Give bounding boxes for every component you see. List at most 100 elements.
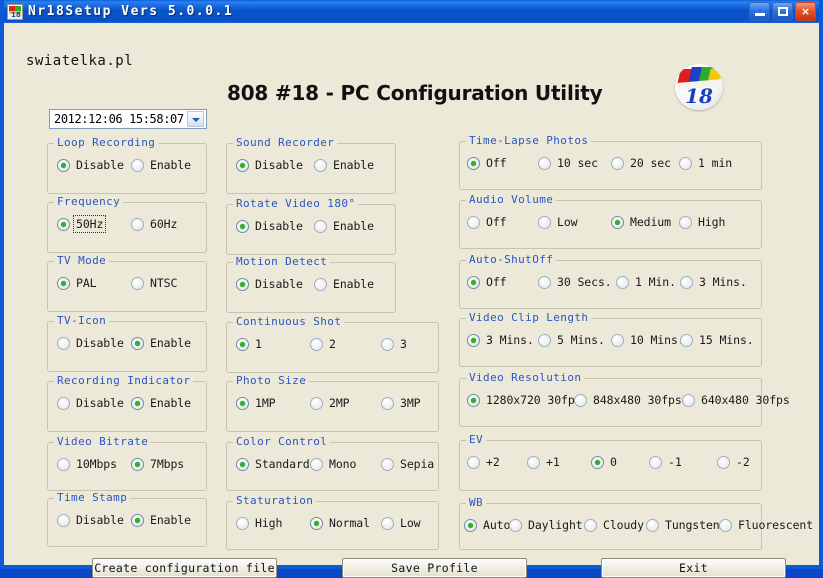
radio-unselected-icon[interactable] [680, 275, 693, 289]
radio-option-video-clip-length-2[interactable]: 10 Mins. [611, 333, 686, 347]
radio-option-time-lapse-photos-0[interactable]: Off [467, 156, 507, 170]
radio-option-audio-volume-3[interactable]: High [679, 215, 726, 229]
radio-unselected-icon[interactable] [679, 215, 692, 229]
radio-selected-icon[interactable] [57, 217, 70, 231]
radio-option-staturation-0[interactable]: High [236, 516, 283, 530]
radio-unselected-icon[interactable] [538, 333, 551, 347]
radio-option-photo-size-0[interactable]: 1MP [236, 396, 276, 410]
radio-selected-icon[interactable] [236, 396, 249, 410]
radio-unselected-icon[interactable] [57, 396, 70, 410]
radio-option-tv-mode-1[interactable]: NTSC [131, 276, 178, 290]
radio-unselected-icon[interactable] [131, 276, 144, 290]
radio-unselected-icon[interactable] [381, 396, 394, 410]
radio-selected-icon[interactable] [310, 516, 323, 530]
radio-unselected-icon[interactable] [381, 516, 394, 530]
radio-option-loop-recording-0[interactable]: Disable [57, 158, 125, 172]
radio-option-video-resolution-2[interactable]: 640x480 30fps [682, 393, 791, 407]
radio-unselected-icon[interactable] [538, 215, 551, 229]
radio-unselected-icon[interactable] [57, 513, 70, 527]
radio-option-rotate-video-180-0[interactable]: Disable [236, 219, 304, 233]
radio-option-video-clip-length-1[interactable]: 5 Mins. [538, 333, 606, 347]
radio-option-time-lapse-photos-2[interactable]: 20 sec [611, 156, 672, 170]
radio-option-auto-shutoff-0[interactable]: Off [467, 275, 507, 289]
radio-unselected-icon[interactable] [314, 277, 327, 291]
radio-unselected-icon[interactable] [611, 156, 624, 170]
radio-unselected-icon[interactable] [381, 457, 394, 471]
radio-option-time-lapse-photos-1[interactable]: 10 sec [538, 156, 599, 170]
radio-selected-icon[interactable] [236, 219, 249, 233]
radio-option-color-control-1[interactable]: Mono [310, 457, 357, 471]
radio-option-wb-4[interactable]: Fluorescent [719, 518, 814, 532]
radio-option-continuous-shot-1[interactable]: 2 [310, 337, 337, 351]
radio-option-time-lapse-photos-3[interactable]: 1 min [679, 156, 733, 170]
radio-selected-icon[interactable] [236, 337, 249, 351]
radio-selected-icon[interactable] [131, 457, 144, 471]
radio-option-tv-icon-0[interactable]: Disable [57, 336, 125, 350]
radio-option-video-clip-length-0[interactable]: 3 Mins. [467, 333, 535, 347]
radio-option-video-resolution-0[interactable]: 1280x720 30fps [467, 393, 583, 407]
minimize-button[interactable] [749, 2, 770, 21]
radio-option-photo-size-1[interactable]: 2MP [310, 396, 350, 410]
maximize-button[interactable] [772, 2, 793, 21]
radio-option-auto-shutoff-3[interactable]: 3 Mins. [680, 275, 748, 289]
radio-option-frequency-0[interactable]: 50Hz [57, 215, 107, 233]
radio-option-audio-volume-0[interactable]: Off [467, 215, 507, 229]
radio-option-ev-1[interactable]: +1 [527, 455, 561, 469]
radio-option-photo-size-2[interactable]: 3MP [381, 396, 421, 410]
radio-selected-icon[interactable] [236, 457, 249, 471]
radio-selected-icon[interactable] [611, 215, 624, 229]
radio-selected-icon[interactable] [467, 333, 480, 347]
chevron-down-icon[interactable] [187, 111, 204, 127]
radio-option-tv-mode-0[interactable]: PAL [57, 276, 97, 290]
radio-unselected-icon[interactable] [616, 275, 629, 289]
radio-unselected-icon[interactable] [131, 158, 144, 172]
radio-unselected-icon[interactable] [381, 337, 394, 351]
radio-unselected-icon[interactable] [584, 518, 597, 532]
radio-option-ev-0[interactable]: +2 [467, 455, 501, 469]
radio-option-time-stamp-0[interactable]: Disable [57, 513, 125, 527]
radio-unselected-icon[interactable] [682, 393, 695, 407]
radio-unselected-icon[interactable] [538, 156, 551, 170]
radio-option-recording-indicator-1[interactable]: Enable [131, 396, 192, 410]
radio-selected-icon[interactable] [131, 513, 144, 527]
radio-option-loop-recording-1[interactable]: Enable [131, 158, 192, 172]
radio-unselected-icon[interactable] [236, 516, 249, 530]
create-configuration-file-button[interactable]: Create configuration file [92, 558, 277, 578]
radio-unselected-icon[interactable] [310, 457, 323, 471]
radio-unselected-icon[interactable] [717, 455, 730, 469]
radio-unselected-icon[interactable] [314, 219, 327, 233]
radio-option-sound-recorder-0[interactable]: Disable [236, 158, 304, 172]
radio-unselected-icon[interactable] [649, 455, 662, 469]
radio-unselected-icon[interactable] [131, 217, 144, 231]
radio-option-frequency-1[interactable]: 60Hz [131, 217, 178, 231]
datetime-dropdown[interactable]: 2012:12:06 15:58:07 [49, 109, 207, 129]
radio-option-wb-1[interactable]: Daylight [509, 518, 584, 532]
radio-option-ev-4[interactable]: -2 [717, 455, 751, 469]
radio-unselected-icon[interactable] [574, 393, 587, 407]
radio-unselected-icon[interactable] [680, 333, 693, 347]
radio-unselected-icon[interactable] [679, 156, 692, 170]
radio-selected-icon[interactable] [464, 518, 477, 532]
radio-option-color-control-2[interactable]: Sepia [381, 457, 435, 471]
radio-option-color-control-0[interactable]: Standard [236, 457, 311, 471]
radio-option-wb-2[interactable]: Cloudy [584, 518, 645, 532]
radio-option-continuous-shot-0[interactable]: 1 [236, 337, 263, 351]
radio-selected-icon[interactable] [467, 393, 480, 407]
radio-unselected-icon[interactable] [646, 518, 659, 532]
radio-unselected-icon[interactable] [527, 455, 540, 469]
radio-unselected-icon[interactable] [538, 275, 551, 289]
radio-unselected-icon[interactable] [310, 337, 323, 351]
radio-option-video-resolution-1[interactable]: 848x480 30fps [574, 393, 683, 407]
radio-selected-icon[interactable] [131, 396, 144, 410]
radio-option-rotate-video-180-1[interactable]: Enable [314, 219, 375, 233]
radio-selected-icon[interactable] [591, 455, 604, 469]
exit-button[interactable]: Exit [601, 558, 786, 578]
radio-selected-icon[interactable] [467, 275, 480, 289]
radio-option-auto-shutoff-2[interactable]: 1 Min. [616, 275, 677, 289]
radio-option-tv-icon-1[interactable]: Enable [131, 336, 192, 350]
radio-selected-icon[interactable] [57, 158, 70, 172]
radio-option-recording-indicator-0[interactable]: Disable [57, 396, 125, 410]
radio-selected-icon[interactable] [236, 277, 249, 291]
radio-unselected-icon[interactable] [310, 396, 323, 410]
radio-option-time-stamp-1[interactable]: Enable [131, 513, 192, 527]
